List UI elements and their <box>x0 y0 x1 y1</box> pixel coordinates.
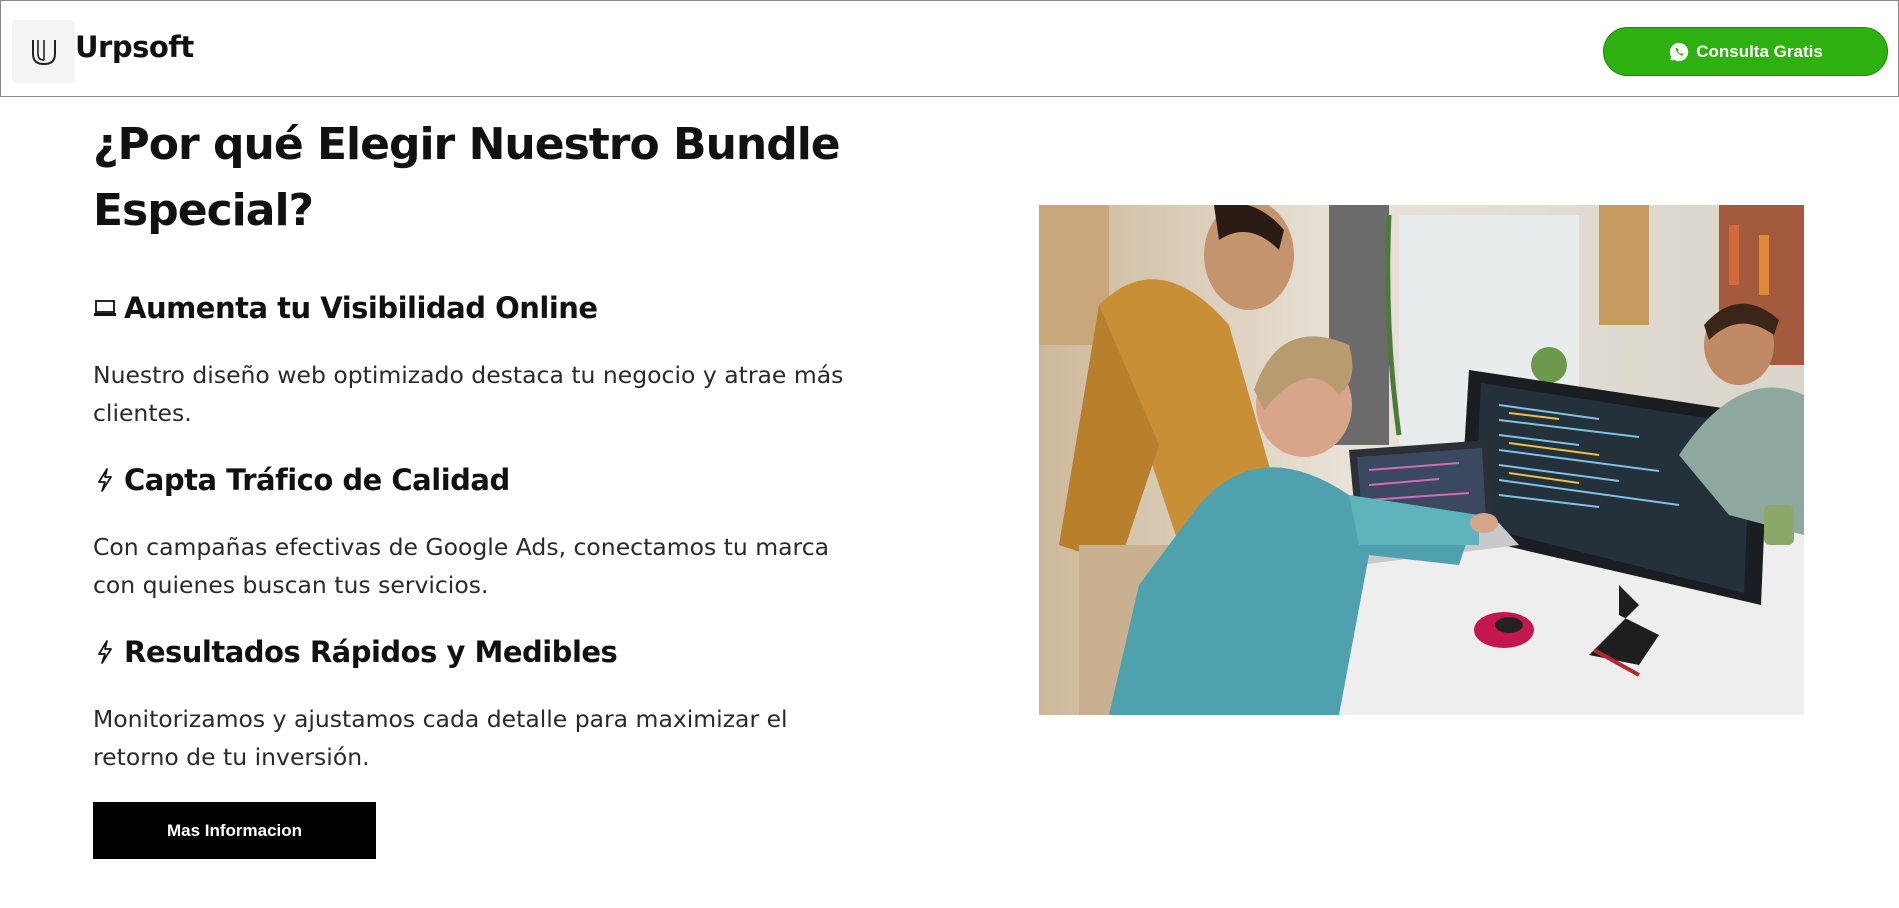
feature-title-resultados: Resultados Rápidos y Medibles <box>93 632 618 672</box>
feature-title-visibilidad: Aumenta tu Visibilidad Online <box>93 288 598 328</box>
urpsoft-logo-icon[interactable] <box>12 20 75 83</box>
feature-title-label: Capta Tráfico de Calidad <box>124 463 510 497</box>
feature-title-label: Aumenta tu Visibilidad Online <box>124 291 598 325</box>
lightning-icon <box>93 468 117 492</box>
laptop-icon <box>93 296 117 320</box>
site-header: Urpsoft Consulta Gratis <box>0 0 1899 97</box>
feature-text-resultados: Monitorizamos y ajustamos cada detalle p… <box>93 705 788 771</box>
consulta-gratis-button[interactable]: Consulta Gratis <box>1603 27 1888 76</box>
lightning-icon <box>93 640 117 664</box>
whatsapp-icon <box>1668 41 1690 63</box>
team-working-at-computers-photo <box>1039 205 1804 715</box>
section-title: ¿Por qué Elegir Nuestro Bundle Especial? <box>93 119 841 236</box>
feature-title-trafico: Capta Tráfico de Calidad <box>93 460 510 500</box>
brand-name[interactable]: Urpsoft <box>75 30 194 64</box>
bundle-section: ¿Por qué Elegir Nuestro Bundle Especial?… <box>93 112 863 771</box>
consulta-gratis-label: Consulta Gratis <box>1696 41 1823 61</box>
feature-text-trafico: Con campañas efectivas de Google Ads, co… <box>93 533 830 599</box>
feature-title-label: Resultados Rápidos y Medibles <box>124 635 618 669</box>
mas-informacion-button[interactable]: Mas Informacion <box>93 802 376 859</box>
feature-text-visibilidad: Nuestro diseño web optimizado destaca tu… <box>93 361 844 427</box>
